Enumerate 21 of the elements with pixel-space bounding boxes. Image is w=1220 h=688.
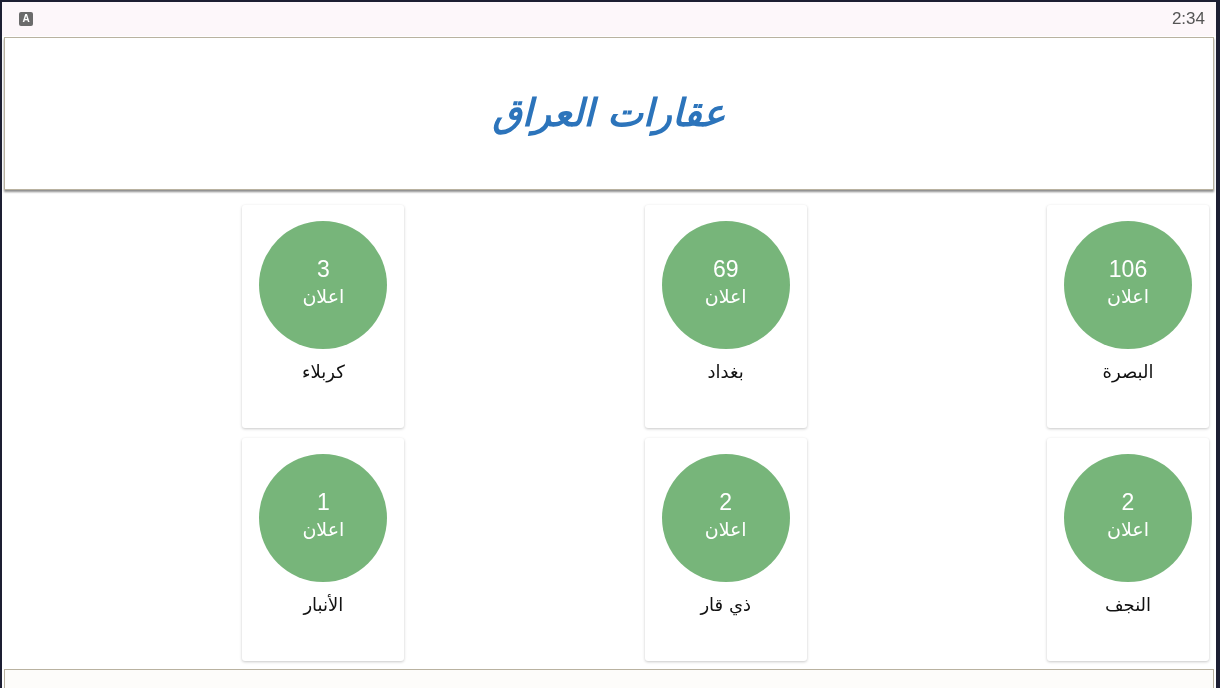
listing-unit-label: اعلان bbox=[704, 284, 747, 309]
listing-count: 1 bbox=[316, 489, 330, 515]
city-name: الأنبار bbox=[303, 593, 344, 617]
listing-unit-label: اعلان bbox=[704, 517, 747, 542]
listing-count: 106 bbox=[1108, 256, 1148, 282]
listing-count: 69 bbox=[712, 256, 739, 282]
city-name: ذي قار bbox=[700, 593, 751, 618]
listing-unit-label: اعلان bbox=[302, 517, 345, 542]
listing-unit-label: اعلان bbox=[302, 284, 345, 309]
notification-icon: A bbox=[19, 12, 33, 26]
listing-unit-label: اعلان bbox=[1107, 517, 1149, 542]
listing-count: 3 bbox=[316, 256, 330, 282]
city-name: بغداد bbox=[707, 360, 744, 384]
listing-count: 2 bbox=[1121, 489, 1135, 515]
app-title: عقارات العراق bbox=[492, 90, 726, 135]
city-name: النجف bbox=[1104, 593, 1152, 617]
city-name: البصرة bbox=[1102, 360, 1154, 385]
city-name: كربلاء bbox=[302, 360, 345, 385]
clock-time: 2:34 bbox=[1171, 9, 1205, 29]
listing-count: 2 bbox=[719, 489, 733, 515]
listing-unit-label: اعلان bbox=[1107, 284, 1149, 309]
